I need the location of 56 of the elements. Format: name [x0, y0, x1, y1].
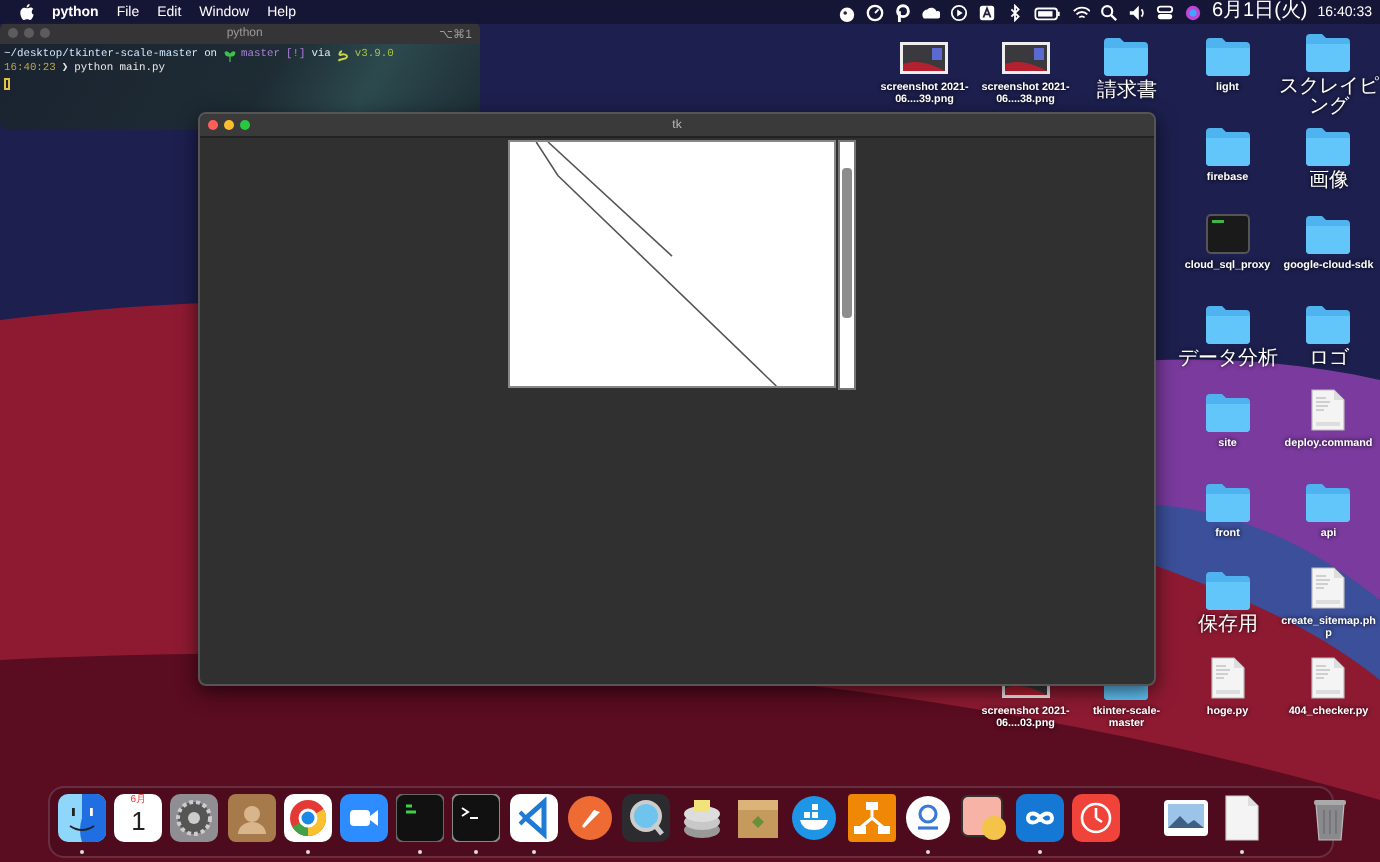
- apple-logo-icon: [20, 4, 34, 20]
- document-icon: [1209, 655, 1246, 699]
- pill-icon[interactable]: [960, 794, 1008, 842]
- terminal-icon[interactable]: [452, 794, 501, 842]
- siri-icon: [1183, 3, 1202, 21]
- drawing-canvas[interactable]: [508, 140, 836, 388]
- menu-bar-date[interactable]: 6月1日(火): [1211, 0, 1308, 24]
- zoom-button[interactable]: [240, 120, 250, 130]
- document-icon: [1310, 566, 1347, 610]
- control-center-icon: [1155, 3, 1174, 21]
- face-icon[interactable]: [58, 794, 106, 842]
- photo-icon[interactable]: [1161, 794, 1210, 842]
- box-icon[interactable]: [734, 794, 783, 842]
- speaker-icon: [1127, 3, 1146, 21]
- desktop-icon-label[interactable]: 画像: [1278, 171, 1379, 191]
- browser-icon[interactable]: [283, 794, 332, 842]
- diagram-icon[interactable]: [847, 794, 896, 842]
- folder-icon: [1102, 36, 1151, 76]
- cloud-icon: [921, 3, 940, 21]
- text-cursor: [4, 77, 10, 89]
- folder-icon: [1304, 32, 1353, 72]
- rocket-icon[interactable]: [565, 794, 614, 842]
- scrollbar-thumb[interactable]: [842, 168, 852, 318]
- document-icon: [1310, 388, 1347, 432]
- calendar-day: 1: [131, 808, 146, 836]
- document-icon: [1310, 655, 1347, 699]
- desktop-icon-label[interactable]: ロゴ: [1278, 349, 1379, 369]
- battery-icon: [1033, 3, 1062, 21]
- desktop-icon-label[interactable]: データ分析: [1177, 349, 1278, 369]
- vertical-scrollbar[interactable]: [838, 140, 856, 390]
- gear-icon[interactable]: [170, 794, 219, 842]
- desktop-icon-label[interactable]: 保存用: [1177, 616, 1278, 636]
- bluetooth-icon: [1005, 3, 1024, 21]
- code-editor-icon[interactable]: [509, 794, 557, 842]
- terminal-icon: [1205, 214, 1250, 254]
- image-thumbnail-icon: [900, 40, 949, 76]
- wifi-icon: [1071, 3, 1090, 21]
- image-thumbnail-icon: [1001, 40, 1050, 76]
- sprout-icon: [223, 49, 236, 61]
- desktop-icon-label[interactable]: スクレイピング: [1278, 78, 1379, 118]
- search-icon: [1099, 3, 1118, 21]
- address-book-icon[interactable]: [227, 794, 276, 842]
- ring-icon[interactable]: [903, 794, 952, 842]
- whale-icon[interactable]: [790, 794, 839, 842]
- close-button[interactable]: [208, 120, 218, 130]
- minimize-button[interactable]: [224, 120, 234, 130]
- lens-icon[interactable]: [621, 794, 670, 842]
- input-source-icon: [977, 3, 996, 21]
- snake-icon: [336, 49, 349, 61]
- clock-icon[interactable]: [1072, 794, 1121, 842]
- play-icon: [949, 3, 968, 21]
- video-camera-icon[interactable]: [339, 794, 388, 842]
- folder-icon: [1304, 214, 1353, 254]
- gauge-icon: [865, 3, 884, 21]
- desktop-icon-label[interactable]: 請求書: [1076, 82, 1177, 102]
- infinity-icon[interactable]: [1016, 794, 1065, 842]
